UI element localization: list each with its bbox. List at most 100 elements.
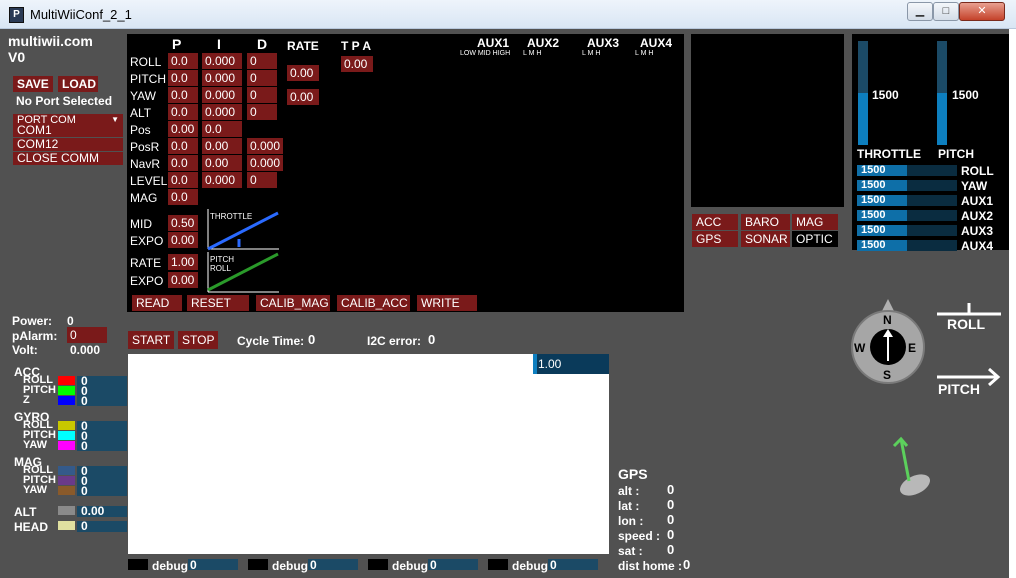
mag-color-checkbox[interactable] xyxy=(58,476,75,485)
calib-mag-button[interactable]: CALIB_MAG xyxy=(256,295,330,311)
load-button[interactable]: LOAD xyxy=(58,76,98,92)
port-com12[interactable]: COM12 xyxy=(13,138,123,151)
graph-scale-handle[interactable] xyxy=(533,354,537,374)
pid-d-value[interactable]: 0.000 xyxy=(247,155,283,171)
alt-color-checkbox[interactable] xyxy=(58,506,75,515)
mag-color-checkbox[interactable] xyxy=(58,466,75,475)
start-button[interactable]: START xyxy=(128,331,174,349)
pid-i-value[interactable]: 0.0 xyxy=(202,121,242,137)
pid-row-label: LEVEL xyxy=(130,174,168,188)
gps-row-label: sat : xyxy=(618,544,643,558)
close-comm-button[interactable]: CLOSE COMM xyxy=(13,152,123,165)
mag-color-checkbox[interactable] xyxy=(58,486,75,495)
write-button[interactable]: WRITE xyxy=(417,295,477,311)
head-label: HEAD xyxy=(14,520,49,534)
gps-title: GPS xyxy=(618,466,648,482)
aux4-label: AUX4 xyxy=(640,36,673,50)
graph-scale-slider[interactable]: 1.00 xyxy=(533,354,609,374)
gps-row-value: 0 xyxy=(667,482,675,497)
pid-i-value[interactable]: 0.000 xyxy=(202,172,242,188)
reset-button[interactable]: RESET xyxy=(187,295,249,311)
rc-channel-label: ROLL xyxy=(961,164,994,178)
pid-p-value[interactable]: 0.0 xyxy=(168,104,198,120)
title-bar[interactable]: P MultiWiiConf_2_1 ▁ □ ✕ xyxy=(0,0,1016,29)
rc-channel-bar: 1500 xyxy=(857,194,957,206)
acc-color-checkbox[interactable] xyxy=(58,386,75,395)
i-header: I xyxy=(217,36,221,52)
head-color-checkbox[interactable] xyxy=(58,521,75,530)
stop-button[interactable]: STOP xyxy=(178,331,218,349)
window-title: MultiWiiConf_2_1 xyxy=(30,7,132,22)
gps-row-label: lat : xyxy=(618,499,640,513)
close-button[interactable]: ✕ xyxy=(959,2,1005,21)
mid-label: MID xyxy=(130,217,152,231)
port-status: No Port Selected xyxy=(16,94,113,108)
pid-i-value[interactable]: 0.000 xyxy=(202,53,242,69)
port-com1[interactable]: COM1 xyxy=(13,124,123,137)
pid-p-value[interactable]: 0.0 xyxy=(168,53,198,69)
pid-p-value[interactable]: 0.0 xyxy=(168,189,198,205)
rate-label: RATE xyxy=(130,256,162,270)
rate-header: RATE xyxy=(287,39,319,53)
rc-channel-bar: 1500 xyxy=(857,224,957,236)
power-label: Power: xyxy=(12,314,53,328)
pid-i-value[interactable]: 0.00 xyxy=(202,155,242,171)
rate-rollpitch[interactable]: 0.00 xyxy=(287,65,319,81)
compass-indicator: N E S W xyxy=(851,299,925,384)
tpa-value[interactable]: 0.00 xyxy=(341,56,373,72)
rate-yaw[interactable]: 0.00 xyxy=(287,89,319,105)
debug-swatch[interactable] xyxy=(248,559,268,570)
gyro-color-checkbox[interactable] xyxy=(58,431,75,440)
acc-color-checkbox[interactable] xyxy=(58,396,75,405)
pid-p-value[interactable]: 0.0 xyxy=(168,87,198,103)
pid-d-value[interactable]: 0 xyxy=(247,53,277,69)
pid-i-value[interactable]: 0.00 xyxy=(202,138,242,154)
debug-swatch[interactable] xyxy=(488,559,508,570)
gyro-color-checkbox[interactable] xyxy=(58,421,75,430)
acc-color-checkbox[interactable] xyxy=(58,376,75,385)
pid-row-label: MAG xyxy=(130,191,158,205)
pid-p-value[interactable]: 0.0 xyxy=(168,172,198,188)
pid-i-value[interactable]: 0.000 xyxy=(202,70,242,86)
calib-acc-button[interactable]: CALIB_ACC xyxy=(337,295,410,311)
pid-row-label: ALT xyxy=(130,106,152,120)
debug-swatch[interactable] xyxy=(368,559,388,570)
palarm-label: pAlarm: xyxy=(12,329,58,343)
read-button[interactable]: READ xyxy=(132,295,182,311)
rc-channel-label: AUX4 xyxy=(961,239,994,253)
expo1-value[interactable]: 0.00 xyxy=(168,232,198,248)
gps-row-label: speed : xyxy=(618,529,661,543)
debug-swatch[interactable] xyxy=(128,559,148,570)
pid-i-value[interactable]: 0.000 xyxy=(202,87,242,103)
expo2-value[interactable]: 0.00 xyxy=(168,272,198,288)
client-area: multiwii.com V0 SAVE LOAD No Port Select… xyxy=(0,29,1009,578)
rc-channel-value: 1500 xyxy=(861,209,886,221)
pitch-attitude-label: PITCH xyxy=(938,381,980,397)
pid-p-value[interactable]: 0.00 xyxy=(168,121,198,137)
pid-i-value[interactable]: 0.000 xyxy=(202,104,242,120)
pid-p-value[interactable]: 0.0 xyxy=(168,70,198,86)
minimize-button[interactable]: ▁ xyxy=(907,2,933,21)
pid-d-value[interactable]: 0 xyxy=(247,172,277,188)
save-button[interactable]: SAVE xyxy=(13,76,53,92)
gyro-color-checkbox[interactable] xyxy=(58,441,75,450)
aux3-sub: L M H xyxy=(582,50,601,57)
pid-p-value[interactable]: 0.0 xyxy=(168,155,198,171)
pid-d-value[interactable]: 0 xyxy=(247,104,277,120)
gps-row-value: 0 xyxy=(667,512,675,527)
acc-item-value: 0 xyxy=(81,394,88,408)
debug-value: 0 xyxy=(190,558,197,572)
pid-d-value[interactable]: 0.000 xyxy=(247,138,283,154)
sensor-graph-area[interactable] xyxy=(128,354,609,554)
graph-scale-value: 1.00 xyxy=(538,357,562,371)
pid-d-value[interactable]: 0 xyxy=(247,70,277,86)
aux3-label: AUX3 xyxy=(587,36,620,50)
mid-value[interactable]: 0.50 xyxy=(168,215,198,231)
palarm-value[interactable]: 0 xyxy=(67,327,107,343)
maximize-button[interactable]: □ xyxy=(933,2,959,21)
rate-value[interactable]: 1.00 xyxy=(168,254,198,270)
rc-channel-label: AUX2 xyxy=(961,209,994,223)
pid-p-value[interactable]: 0.0 xyxy=(168,138,198,154)
pid-d-value[interactable]: 0 xyxy=(247,87,277,103)
gps-row-value: 0 xyxy=(667,527,675,542)
